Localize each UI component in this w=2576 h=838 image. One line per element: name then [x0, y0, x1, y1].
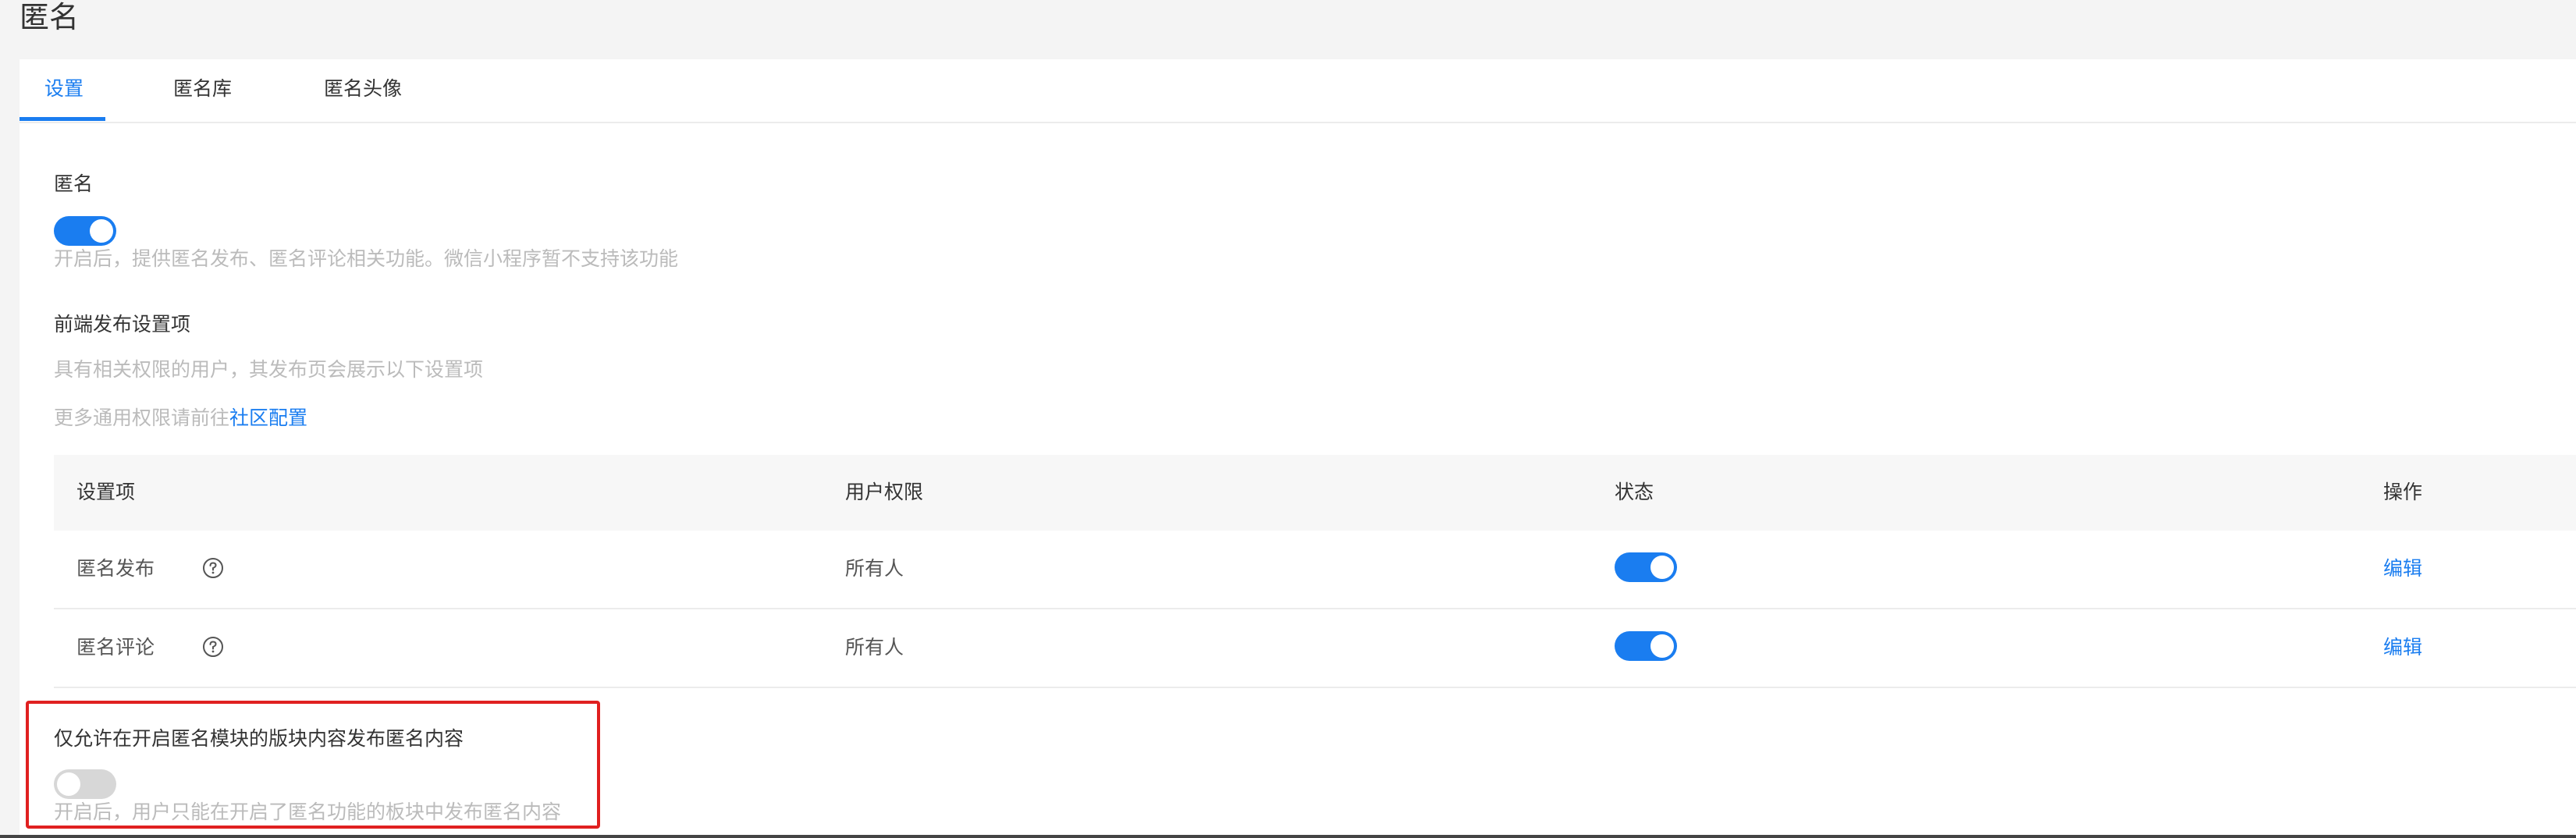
table-row: 匿名发布 所有人 编辑: [54, 531, 2576, 609]
edit-link[interactable]: 编辑: [2383, 555, 2422, 583]
setting-name: 匿名发布: [76, 557, 155, 580]
toggle-knob: [90, 219, 113, 243]
help-icon[interactable]: [202, 636, 224, 658]
highlight-box: [26, 701, 600, 829]
column-header-status: 状态: [1615, 481, 1654, 503]
anonymous-toggle[interactable]: [54, 216, 116, 246]
table-header: 设置项 用户权限 状态 操作: [54, 455, 2576, 532]
toggle-knob: [1650, 556, 1674, 579]
anonymous-hint: 开启后，提供匿名发布、匿名评论相关功能。微信小程序暂不支持该功能: [54, 247, 679, 270]
toggle-knob: [1650, 634, 1674, 658]
frontend-settings-hint: 具有相关权限的用户，其发布页会展示以下设置项: [54, 358, 484, 381]
active-tab-indicator: [20, 117, 105, 121]
edit-link[interactable]: 编辑: [2383, 634, 2422, 662]
column-header-setting: 设置项: [76, 481, 136, 503]
permission-value: 所有人: [845, 557, 904, 580]
more-permissions-prefix: 更多通用权限请前往: [54, 407, 230, 429]
settings-panel: 设置 匿名库 匿名头像 匿名 开启后，提供匿名发布、匿名评论相关功能。微信小程序…: [20, 59, 2576, 835]
status-toggle[interactable]: [1615, 552, 1677, 582]
help-icon[interactable]: [202, 557, 224, 579]
column-header-permission: 用户权限: [845, 481, 924, 503]
permission-value: 所有人: [845, 636, 904, 659]
tab-anonymous-library[interactable]: 匿名库: [173, 75, 232, 103]
column-header-action: 操作: [2383, 481, 2423, 503]
table-row: 匿名评论 所有人 编辑: [54, 609, 2576, 688]
setting-name: 匿名评论: [76, 636, 155, 659]
tab-anonymous-avatar[interactable]: 匿名头像: [324, 75, 402, 103]
status-toggle[interactable]: [1615, 631, 1677, 661]
anonymous-label: 匿名: [54, 172, 94, 195]
page-title: 匿名: [20, 0, 80, 34]
frontend-settings-label: 前端发布设置项: [54, 313, 191, 336]
tab-settings[interactable]: 设置: [44, 75, 83, 103]
bottom-border: [0, 835, 2576, 838]
tab-bar: 设置 匿名库 匿名头像: [20, 59, 2576, 123]
more-permissions-text: 更多通用权限请前往社区配置: [54, 405, 307, 431]
community-config-link[interactable]: 社区配置: [229, 407, 307, 429]
